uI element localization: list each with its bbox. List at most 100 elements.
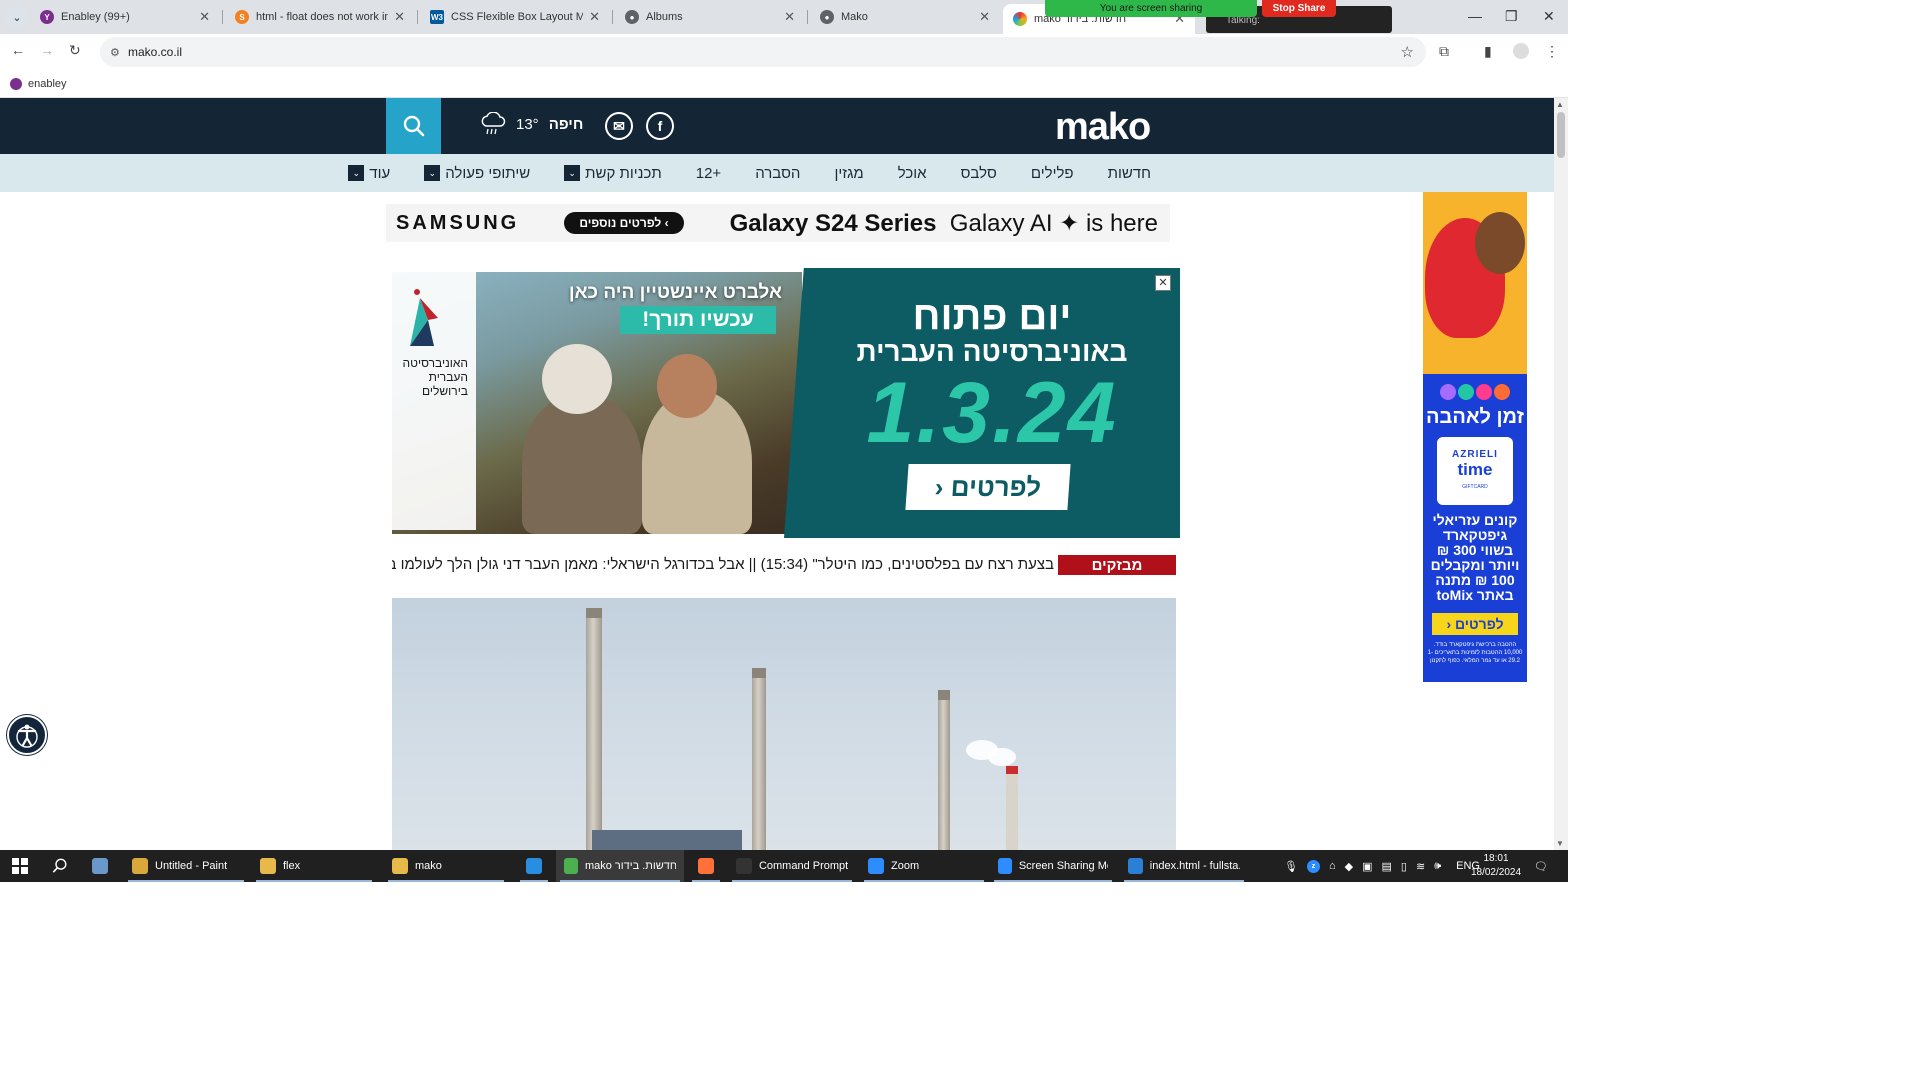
close-icon[interactable]: ✕ [589, 9, 600, 25]
tab-albums[interactable]: ● Albums ✕ [615, 4, 805, 30]
bookmark-enabley[interactable]: enabley [28, 78, 67, 90]
samsung-banner-ad[interactable]: SAMSUNG לפרטים נוספים ‹ Galaxy S24 Serie… [386, 204, 1170, 242]
chat-icon[interactable]: ▤ [1382, 860, 1392, 873]
nav-item[interactable]: הסברה [738, 165, 817, 182]
hebrew-university-ad[interactable]: האוניברסיטה העברית בירושלים אלברט איינשט… [392, 268, 1180, 538]
minimize-icon[interactable]: — [1468, 8, 1482, 24]
taskbar-app[interactable]: flex [252, 850, 376, 882]
taskbar-app[interactable]: Command Prompt [728, 850, 856, 882]
chimney-1-top [586, 608, 602, 618]
windows-logo-icon [12, 858, 28, 874]
tab-mako[interactable]: ● Mako ✕ [810, 4, 1000, 30]
zoom-tray-icon[interactable]: z [1306, 859, 1320, 873]
ad-body-text: קונים עזריאלי גיפטקארד בשווי 300 ₪ ויותר… [1430, 512, 1520, 603]
nav-item[interactable]: פלילים [1014, 165, 1091, 182]
mako-logo[interactable]: mako [1055, 106, 1151, 149]
taskbar-app[interactable] [516, 850, 552, 882]
microphone-icon[interactable]: 🎙 [1284, 860, 1298, 873]
scroll-up-icon[interactable]: ▲ [1556, 100, 1564, 109]
extensions-icon[interactable]: ⧉ [1439, 43, 1449, 60]
tab-search-button[interactable]: ⌄ [6, 6, 28, 28]
wifi-icon[interactable]: ≋ [1416, 860, 1425, 873]
nav-item[interactable]: ⌄ עוד [331, 165, 407, 182]
close-icon[interactable]: ✕ [199, 9, 210, 25]
newsletter-icon[interactable]: ✉ [605, 112, 633, 140]
nav-item-label: הסברה [755, 164, 801, 182]
love-title: זמן לאהבה [1426, 406, 1524, 428]
close-icon[interactable]: ✕ [394, 9, 405, 25]
tab-stackoverflow[interactable]: S html - float does not work in a f ✕ [225, 4, 415, 30]
clock-date: 18/02/2024 [1470, 867, 1522, 878]
notifications-button[interactable]: 🗨 [1534, 850, 1548, 882]
site-settings-icon[interactable]: ⚙ [110, 46, 120, 59]
close-icon[interactable]: ✕ [784, 9, 795, 25]
side-panel-icon[interactable]: ▮ [1484, 43, 1492, 60]
site-search-button[interactable] [386, 98, 441, 154]
samsung-more-details-button[interactable]: לפרטים נוספים ‹ [564, 212, 684, 234]
nav-item[interactable]: ⌄ שיתופי פעולה [407, 165, 547, 182]
profile-avatar-icon[interactable] [1513, 43, 1529, 59]
taskbar-app[interactable]: Screen Sharing Me... [990, 850, 1116, 882]
nav-item[interactable]: מגזין [817, 165, 880, 182]
chevron-left-icon: ‹ [1446, 616, 1452, 632]
window-close-icon[interactable]: ✕ [1543, 8, 1555, 25]
network-icon[interactable]: ⌂ [1329, 860, 1336, 872]
zoom-icon [868, 858, 884, 874]
nav-item[interactable]: 12+ [679, 165, 738, 182]
taskbar-app[interactable] [688, 850, 724, 882]
ad-details-button[interactable]: לפרטים ‹ [905, 464, 1071, 510]
restore-icon[interactable]: ❐ [1505, 8, 1518, 25]
huji-logo: האוניברסיטה העברית בירושלים [392, 268, 476, 530]
reload-icon[interactable]: ↻ [69, 42, 81, 59]
taskbar-app-label: Zoom [891, 860, 920, 872]
tab-w3c-flexbox[interactable]: W3 CSS Flexible Box Layout Module ✕ [420, 4, 610, 30]
chimney-3-top [938, 690, 950, 700]
nav-item[interactable]: חדשות [1091, 165, 1168, 182]
weather-widget[interactable]: 13° חיפה [480, 112, 583, 136]
taskbar-app[interactable]: mako [384, 850, 508, 882]
back-icon[interactable]: ← [11, 42, 25, 58]
tab-enabley[interactable]: Y Enabley (99+) ✕ [30, 4, 220, 30]
ad-close-button[interactable]: ✕ [1155, 275, 1171, 291]
nav-item[interactable]: אוכל [881, 165, 944, 182]
stop-share-button[interactable]: Stop Share [1262, 0, 1336, 17]
page-viewport: 13° חיפה ✉ f mako חדשות פלילים סלבס אוכל מגז… [0, 98, 1568, 850]
display-icon[interactable]: ▣ [1362, 860, 1372, 873]
cmd-icon [736, 858, 752, 874]
taskbar-search-button[interactable] [44, 850, 76, 882]
weather-temp: 13° [516, 115, 539, 133]
scroll-down-icon[interactable]: ▼ [1556, 839, 1564, 848]
taskbar-app[interactable]: mako חדשות. בידור.... [556, 850, 684, 882]
taskbar-app[interactable]: Zoom [860, 850, 988, 882]
azrieli-side-ad[interactable]: זמן לאהבה AZRIELI time GIFTCARD קונים עז… [1423, 192, 1527, 682]
ticker-text[interactable]: בצעת רצח עם בפלסטינים, כמו היטלר" (15:34… [392, 556, 1054, 573]
volume-icon[interactable]: 🕪 [1434, 860, 1441, 873]
ad-headline-open-day: יום פתוח [912, 294, 1072, 338]
menu-kebab-icon[interactable]: ⋮ [1545, 43, 1559, 60]
chimney-2 [752, 668, 766, 850]
scrollbar-thumb[interactable] [1557, 112, 1565, 158]
taskbar-app[interactable]: index.html - fullsta... [1120, 850, 1248, 882]
nav-item[interactable]: סלבס [944, 165, 1014, 182]
facebook-icon[interactable]: f [646, 112, 674, 140]
taskbar-app[interactable]: Untitled - Paint [124, 850, 248, 882]
bookmark-star-icon[interactable]: ☆ [1401, 43, 1414, 61]
forward-icon[interactable]: → [40, 42, 54, 58]
close-icon[interactable]: ✕ [979, 9, 990, 25]
battery-icon[interactable]: ▯ [1401, 860, 1407, 873]
folder-icon [392, 858, 408, 874]
accessibility-button[interactable] [7, 715, 47, 755]
task-view-button[interactable] [84, 850, 116, 882]
azrieli-details-button[interactable]: לפרטים ‹ [1432, 613, 1518, 635]
zoom-sharing-banner[interactable]: You are screen sharing [1045, 0, 1257, 17]
nav-item-label: אוכל [897, 164, 927, 182]
nav-menu: חדשות פלילים סלבס אוכל מגזין הסברה 12+ ⌄ תכניות … [348, 154, 1168, 192]
hero-article-image[interactable] [392, 598, 1176, 850]
nav-item[interactable]: ⌄ תכניות קשת [547, 165, 679, 182]
start-button[interactable] [4, 850, 36, 882]
security-shield-icon[interactable]: ◆ [1345, 860, 1353, 873]
address-bar[interactable]: ⚙ mako.co.il ☆ [100, 37, 1426, 67]
system-clock[interactable]: 18:01 18/02/2024 [1467, 852, 1525, 880]
samsung-button-label: לפרטים נוספים [579, 216, 662, 230]
page-scrollbar[interactable]: ▲ ▼ [1554, 98, 1568, 850]
